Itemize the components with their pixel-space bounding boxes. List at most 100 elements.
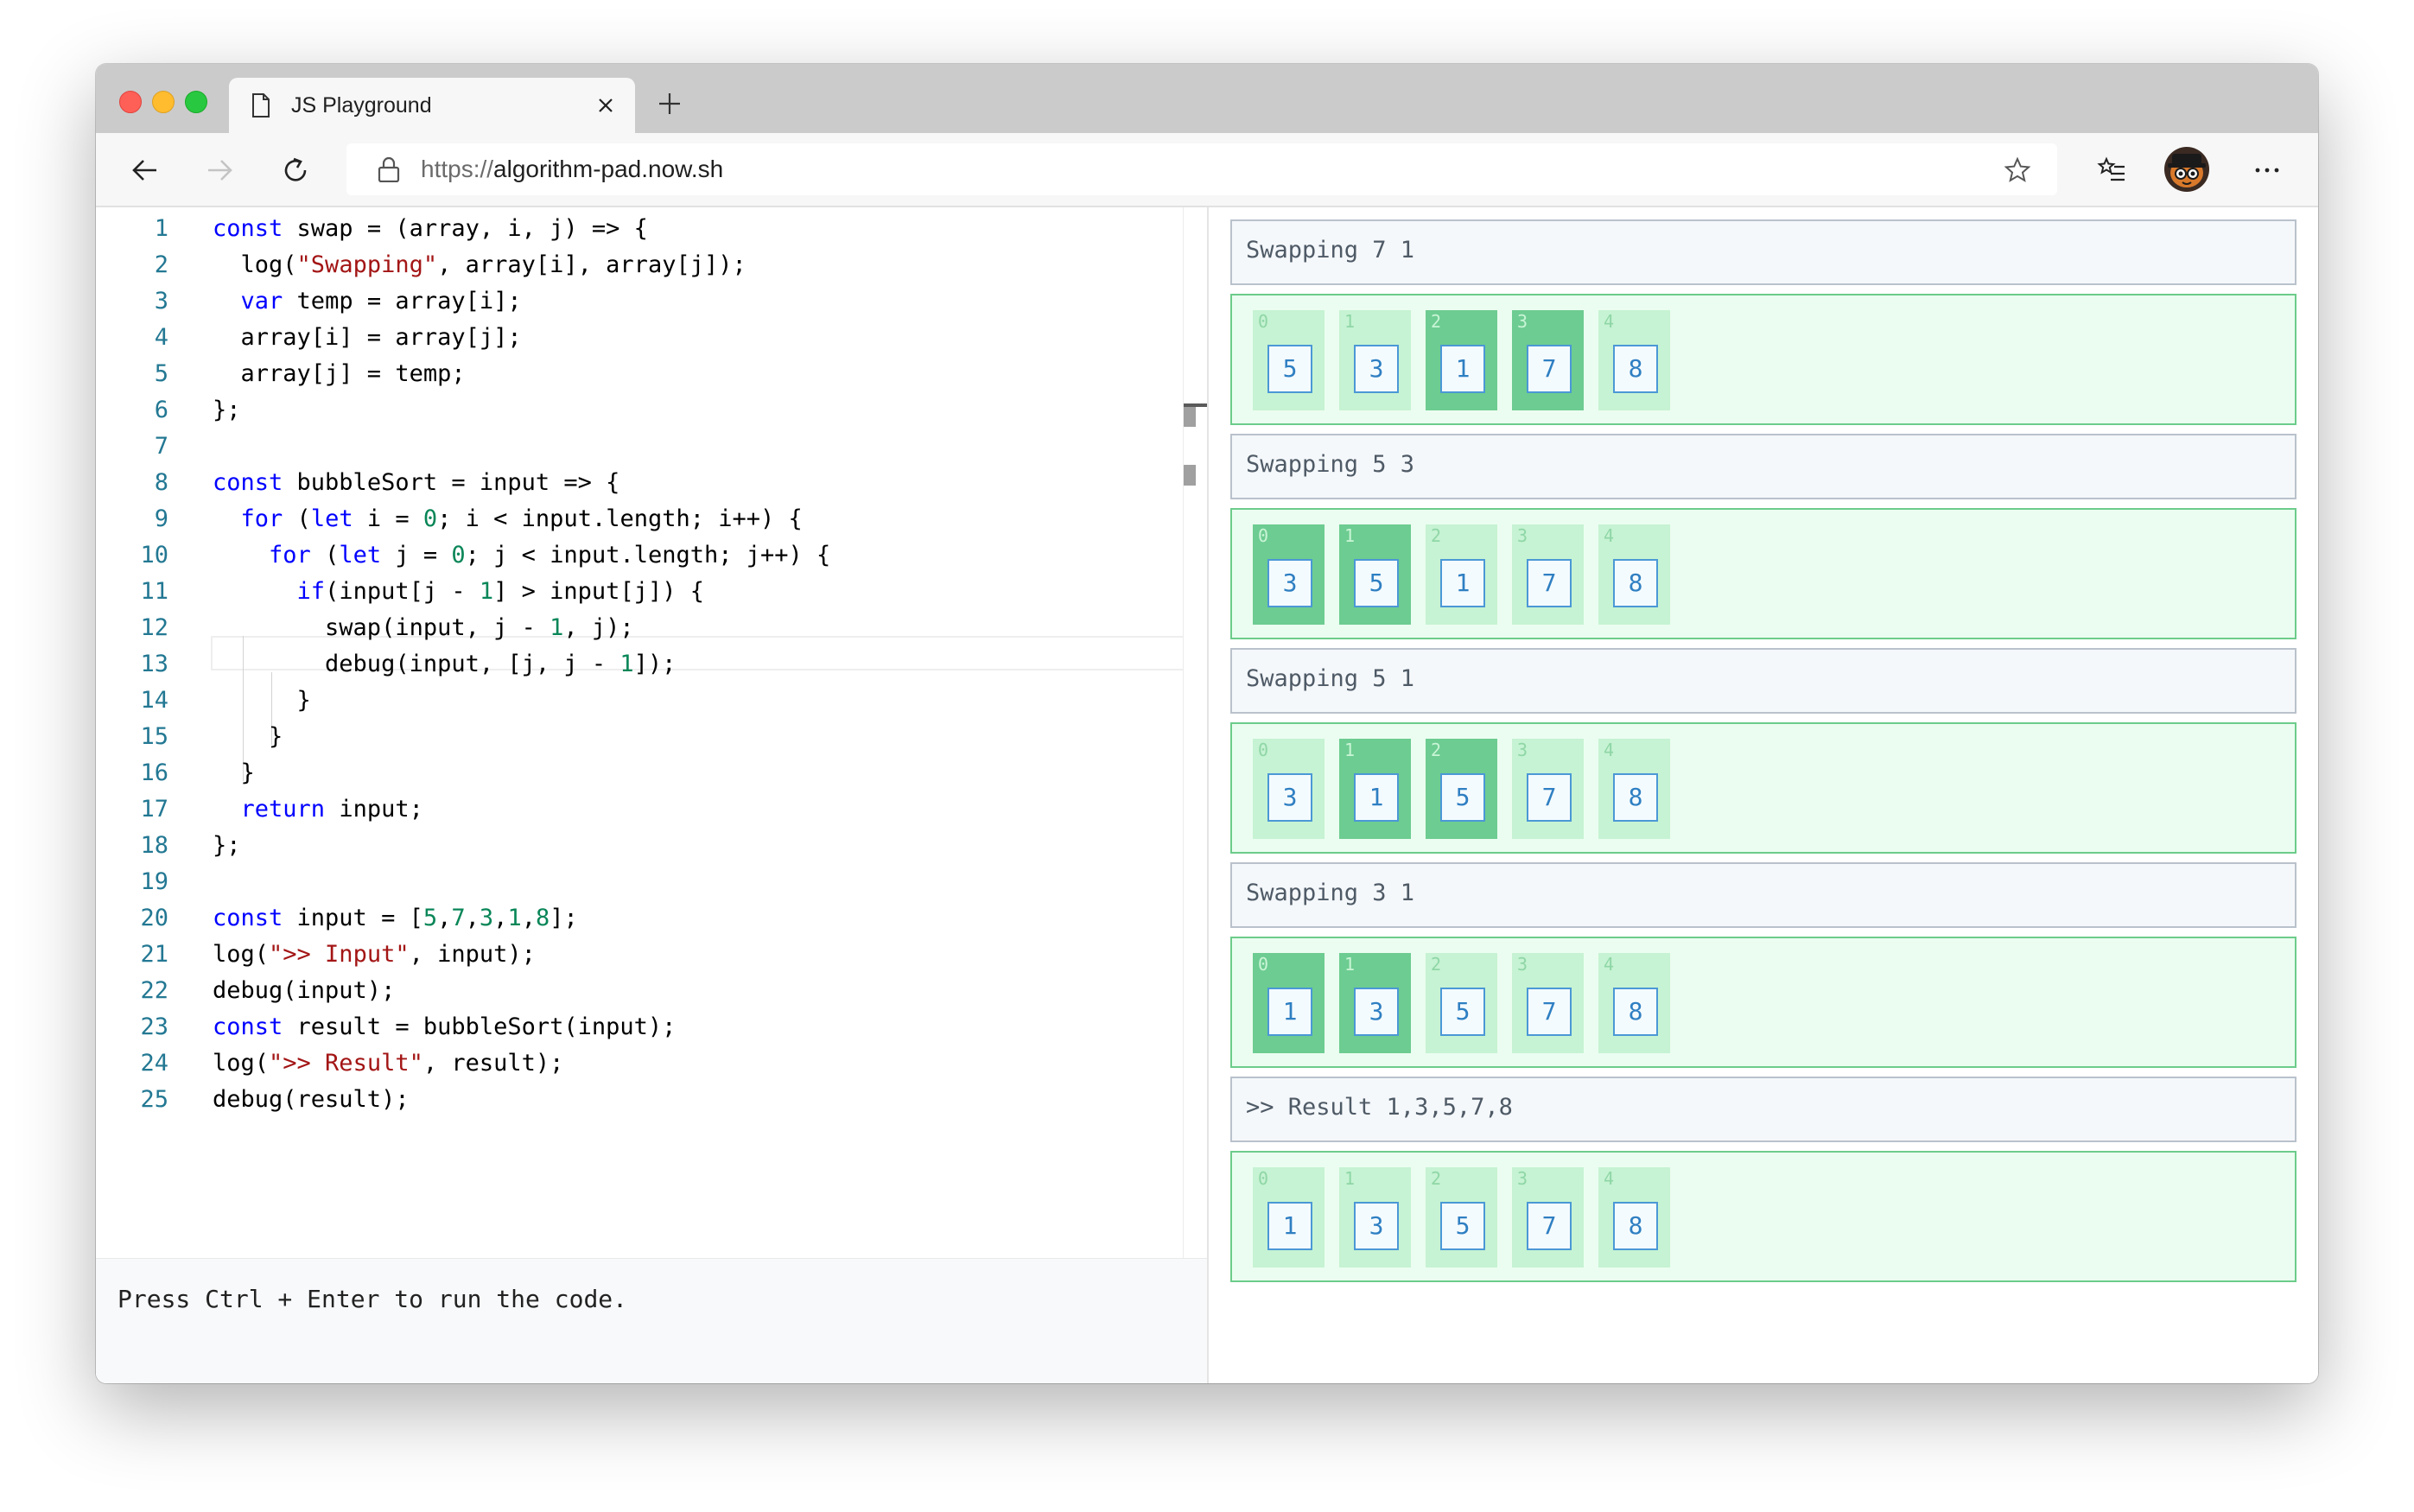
code-line[interactable]: 13 debug(input, [j, j - 1]); (96, 646, 1207, 683)
array-index: 2 (1431, 740, 1442, 760)
code-line[interactable]: 3 var temp = array[i]; (96, 283, 1207, 320)
editor-scrollbar[interactable] (1183, 207, 1208, 1258)
array-value: 8 (1613, 345, 1658, 393)
array-value: 8 (1613, 559, 1658, 607)
array-cell: 25 (1426, 953, 1497, 1053)
line-number: 6 (154, 397, 168, 423)
code-line[interactable]: 9 for (let i = 0; i < input.length; i++)… (96, 501, 1207, 537)
array-value: 3 (1354, 345, 1399, 393)
code-line[interactable]: 19 (96, 864, 1207, 900)
code-line[interactable]: 18}; (96, 828, 1207, 864)
array-visualization: 0315213748 (1230, 508, 2296, 639)
code-line[interactable]: 12 swap(input, j - 1, j); (96, 610, 1207, 646)
maximize-window-button[interactable] (185, 91, 207, 113)
more-options-icon[interactable] (2252, 156, 2282, 185)
array-index: 0 (1258, 311, 1269, 332)
code-text: log("Swapping", array[i], array[j]); (213, 251, 746, 278)
array-value: 7 (1527, 988, 1572, 1036)
code-text: }; (213, 832, 241, 859)
line-number: 24 (140, 1050, 168, 1077)
array-index: 3 (1517, 954, 1528, 975)
code-line[interactable]: 7 (96, 429, 1207, 465)
log-entry: Swapping 3 1 (1230, 862, 2296, 928)
line-number: 20 (140, 905, 168, 931)
browser-tab[interactable]: JS Playground (229, 78, 635, 133)
code-text: return input; (240, 796, 423, 823)
array-index: 2 (1431, 954, 1442, 975)
array-index: 0 (1258, 740, 1269, 760)
code-line[interactable]: 23 const result = bubbleSort(input); (96, 1009, 1207, 1045)
status-bar: Press Ctrl + Enter to run the code. (96, 1258, 1207, 1383)
minimize-window-button[interactable] (152, 91, 175, 113)
line-number: 22 (140, 977, 168, 1004)
array-cell: 37 (1512, 524, 1584, 625)
line-number: 8 (154, 469, 168, 496)
line-number: 15 (140, 723, 168, 750)
url-text: https://algorithm-pad.now.sh (421, 155, 723, 184)
array-value: 3 (1354, 988, 1399, 1036)
array-value: 5 (1440, 988, 1485, 1036)
code-text: if(input[j - 1] > input[j]) { (296, 578, 704, 605)
code-text: const bubbleSort = input => { (213, 469, 620, 496)
array-value: 7 (1527, 559, 1572, 607)
forward-icon[interactable] (205, 156, 234, 185)
close-window-button[interactable] (119, 91, 142, 113)
code-text: log(">> Result", result); (213, 1050, 564, 1077)
code-line[interactable]: 17 return input; (96, 791, 1207, 828)
code-line[interactable]: 1 const swap = (array, i, j) => { (96, 211, 1207, 247)
array-index: 4 (1604, 525, 1615, 546)
code-line[interactable]: 25 debug(result); (96, 1082, 1207, 1118)
code-line[interactable]: 10 for (let j = 0; j < input.length; j++… (96, 537, 1207, 574)
code-line[interactable]: 16 } (96, 755, 1207, 791)
code-text: debug(input); (213, 977, 396, 1004)
array-index: 3 (1517, 525, 1528, 546)
code-line[interactable]: 22 debug(input); (96, 973, 1207, 1009)
code-line[interactable]: 6}; (96, 392, 1207, 429)
code-line[interactable]: 8 const bubbleSort = input => { (96, 465, 1207, 501)
code-line[interactable]: 11 if(input[j - 1] > input[j]) { (96, 574, 1207, 610)
array-cell: 37 (1512, 739, 1584, 839)
code-line[interactable]: 15 } (96, 719, 1207, 755)
line-number: 1 (154, 215, 168, 242)
log-text: Swapping 5 1 (1246, 665, 1415, 692)
code-line[interactable]: 20 const input = [5,7,3,1,8]; (96, 900, 1207, 937)
url-host: algorithm-pad.now.sh (493, 156, 724, 182)
new-tab-icon[interactable] (657, 92, 682, 116)
line-number: 4 (154, 324, 168, 351)
back-icon[interactable] (130, 156, 160, 185)
log-entry: Swapping 7 1 (1230, 219, 2296, 285)
favorite-star-icon[interactable] (2004, 156, 2031, 184)
code-line[interactable]: 5 array[j] = temp; (96, 356, 1207, 392)
scrollbar-overview-ruler (1184, 403, 1208, 407)
array-index: 1 (1344, 954, 1356, 975)
array-index: 1 (1344, 740, 1356, 760)
code-line[interactable]: 14 } (96, 683, 1207, 719)
code-line[interactable]: 24 log(">> Result", result); (96, 1045, 1207, 1082)
array-cell: 37 (1512, 953, 1584, 1053)
array-cell-swapped: 15 (1339, 524, 1411, 625)
array-cell: 25 (1426, 1167, 1497, 1267)
code-line[interactable]: 4 array[i] = array[j]; (96, 320, 1207, 356)
code-line[interactable]: 2 log("Swapping", array[i], array[j]); (96, 247, 1207, 283)
array-cell-swapped: 37 (1512, 310, 1584, 410)
close-tab-icon[interactable] (595, 95, 616, 116)
code-text: } (213, 759, 255, 786)
code-text: swap(input, j - 1, j); (213, 614, 634, 641)
code-text: log(">> Input", input); (213, 941, 536, 968)
profile-avatar-icon[interactable] (2164, 147, 2209, 192)
code-line[interactable]: 21 log(">> Input", input); (96, 937, 1207, 973)
line-number: 14 (140, 687, 168, 714)
code-text: }; (213, 397, 241, 423)
array-cell-swapped: 13 (1339, 953, 1411, 1053)
favorites-list-icon[interactable] (2097, 156, 2126, 185)
code-editor[interactable]: 1 const swap = (array, i, j) => { 2 log("S… (96, 207, 1207, 1258)
line-number: 25 (140, 1086, 168, 1113)
array-cell: 05 (1253, 310, 1325, 410)
reload-icon[interactable] (281, 156, 310, 185)
array-cell: 01 (1253, 1167, 1325, 1267)
array-index: 2 (1431, 525, 1442, 546)
code-text: const swap = (array, i, j) => { (213, 215, 648, 242)
address-bar[interactable]: https://algorithm-pad.now.sh (346, 143, 2057, 195)
array-visualization: 0113253748 (1230, 937, 2296, 1068)
code-text: for (let i = 0; i < input.length; i++) { (240, 505, 803, 532)
